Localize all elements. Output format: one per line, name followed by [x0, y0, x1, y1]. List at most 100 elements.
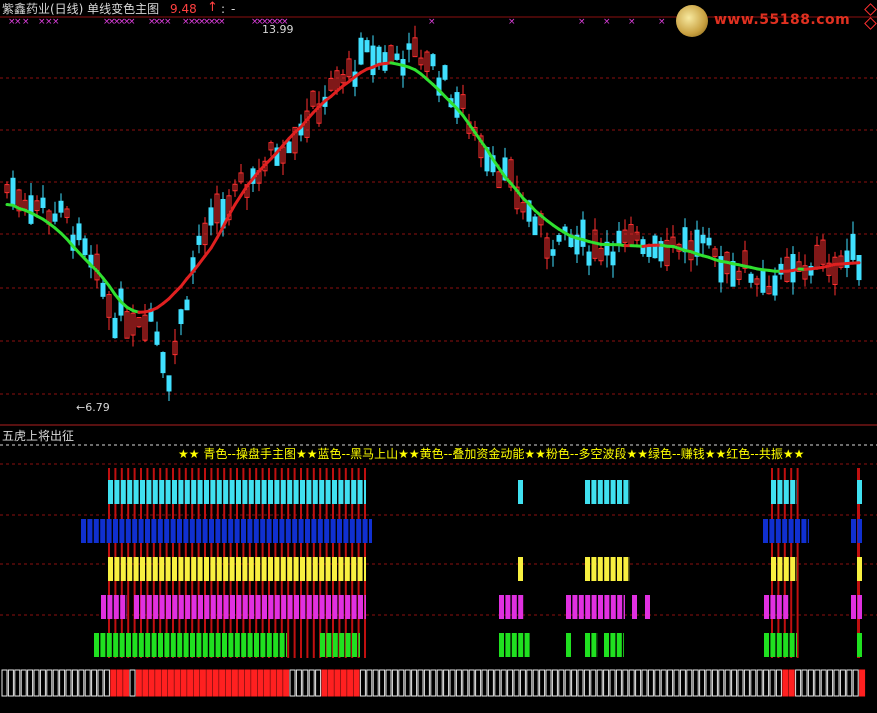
main-chart[interactable]: ×× × × × × ×××××× ×××× ×××××××× ××××××× × × × × × × — [0, 0, 877, 713]
candle-body — [100, 282, 106, 297]
green-bar — [326, 633, 332, 657]
yellow-bar — [591, 557, 597, 581]
blue-bar — [807, 519, 809, 543]
ma-line-segment — [209, 236, 219, 250]
candle-body — [586, 251, 592, 266]
resonance-cell — [750, 669, 757, 697]
green-bar — [604, 633, 609, 657]
pink-bar — [294, 595, 299, 619]
blue-bar — [253, 519, 259, 543]
resonance-cell — [321, 669, 328, 697]
resonance-cell — [398, 669, 405, 697]
yellow-bar — [146, 557, 152, 581]
resonance-cell — [743, 669, 750, 697]
green-bar — [332, 633, 338, 657]
resonance-cell — [206, 669, 213, 697]
blue-bar — [100, 519, 106, 543]
blue-bar — [196, 519, 202, 543]
blue-bar — [106, 519, 112, 543]
candle-body — [40, 197, 46, 208]
pink-bar — [242, 595, 248, 619]
candle-body — [394, 53, 400, 60]
yellow-bar — [178, 557, 184, 581]
resonance-cell — [257, 669, 264, 697]
green-bar — [796, 633, 797, 657]
cyan-bar — [617, 480, 622, 504]
resonance-cell — [481, 669, 488, 697]
resonance-cell — [660, 669, 667, 697]
blue-bar — [349, 519, 355, 543]
candle-body — [556, 235, 562, 242]
blue-bar — [132, 519, 138, 543]
resonance-cell — [417, 669, 424, 697]
header-separator: : — [221, 2, 226, 16]
resonance-cell — [679, 669, 686, 697]
resonance-cell — [65, 669, 72, 697]
resonance-cell — [187, 669, 194, 697]
candle-body — [52, 213, 58, 222]
green-bar — [518, 633, 524, 657]
resonance-cell — [724, 669, 731, 697]
blue-bar — [369, 519, 372, 543]
cyan-bar — [165, 480, 171, 504]
yellow-bar — [610, 557, 616, 581]
pink-bar — [351, 595, 357, 619]
pink-bar — [191, 595, 197, 619]
green-bar — [158, 633, 163, 657]
yellow-bar — [617, 557, 622, 581]
cyan-bar — [591, 480, 597, 504]
cyan-bar — [610, 480, 616, 504]
cyan-bar — [261, 480, 267, 504]
pink-bar — [511, 595, 517, 619]
green-bar — [234, 633, 240, 657]
resonance-cell — [334, 669, 341, 697]
blue-bar — [145, 519, 150, 543]
cyan-bar — [152, 480, 158, 504]
blue-bar — [362, 519, 368, 543]
candle-body — [82, 238, 88, 256]
yellow-bar — [364, 557, 366, 581]
candle-body — [154, 331, 160, 345]
green-bar — [209, 633, 215, 657]
signal-marker: × — [428, 17, 436, 27]
resonance-cell — [436, 669, 443, 697]
pink-bar — [566, 595, 571, 619]
pink-bar — [101, 595, 106, 619]
resonance-cell — [302, 669, 309, 697]
cyan-bar — [604, 480, 610, 504]
resonance-cell — [673, 669, 680, 697]
resonance-cell — [33, 669, 40, 697]
yellow-bar — [127, 557, 133, 581]
cyan-bar — [357, 480, 363, 504]
yellow-bar — [159, 557, 165, 581]
resonance-cell — [295, 669, 302, 697]
resonance-cell — [129, 669, 136, 697]
candle-body — [454, 92, 460, 118]
blue-bar — [87, 519, 93, 543]
cyan-bar — [172, 480, 177, 504]
resonance-cell — [52, 669, 59, 697]
yellow-bar — [790, 557, 796, 581]
resonance-cell — [251, 669, 258, 697]
cyan-bar — [236, 480, 241, 504]
cyan-bar — [783, 480, 789, 504]
cyan-bar — [255, 480, 261, 504]
resonance-cell — [551, 669, 558, 697]
resonance-cell — [839, 669, 846, 697]
pink-bar — [585, 595, 591, 619]
resonance-cell — [39, 669, 46, 697]
site-logo[interactable]: www.55188.com — [672, 3, 862, 39]
green-bar — [202, 633, 208, 657]
pink-bar — [153, 595, 159, 619]
signal-marker: × — [128, 17, 136, 27]
resonance-cell — [155, 669, 162, 697]
blue-bar — [157, 519, 163, 543]
blue-bar — [317, 519, 323, 543]
resonance-cell — [91, 669, 98, 697]
cyan-bar — [597, 480, 603, 504]
green-bar — [345, 633, 351, 657]
candle-body — [610, 251, 616, 266]
pink-bar — [120, 595, 126, 619]
blue-bar — [311, 519, 317, 543]
ma-line-segment — [107, 284, 117, 296]
